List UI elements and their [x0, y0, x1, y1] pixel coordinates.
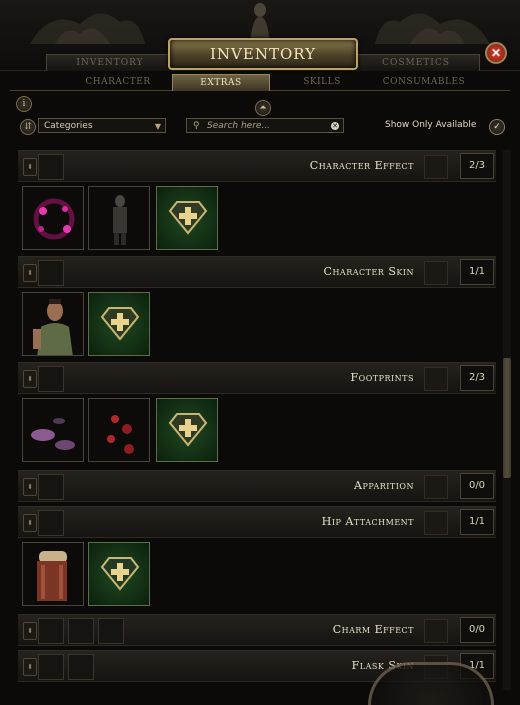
page-title: Inventory: [168, 38, 358, 70]
collapse-button[interactable]: ⏶: [255, 100, 271, 116]
reorder-handle-icon[interactable]: ⬍: [23, 158, 37, 176]
backpack-attachment-item[interactable]: [22, 542, 84, 606]
category-count: 1/1: [460, 259, 494, 285]
tab-character[interactable]: Character: [70, 74, 166, 90]
reorder-handle-icon[interactable]: ⬍: [23, 622, 37, 640]
add-cosmetic-button[interactable]: [88, 292, 150, 356]
category-count: 2/3: [460, 365, 494, 391]
empty-slot: [38, 260, 64, 286]
category-items-row: [18, 184, 496, 252]
category-character-effect[interactable]: ⬍ Character Effect 2/3: [18, 150, 496, 182]
category-title: Apparition: [354, 479, 414, 492]
category-count: 1/1: [460, 509, 494, 535]
tribal-warrior-icon: [33, 299, 73, 355]
search-icon: ⚲: [193, 121, 200, 131]
crimson-vortex-icon: [33, 198, 75, 240]
category-preview-slot: [424, 475, 448, 499]
category-count: 0/0: [460, 473, 494, 499]
category-preview-slot: [424, 619, 448, 643]
empty-slot: [38, 474, 64, 500]
tribal-warrior-skin-item[interactable]: [22, 292, 84, 356]
category-title: Footprints: [350, 371, 414, 384]
sort-order-button[interactable]: ⇵: [20, 119, 36, 135]
add-gem-icon: [168, 413, 208, 447]
crimson-vortex-effect-item[interactable]: [22, 186, 84, 250]
inventory-header: Inventory Cosmetics Inventory ✕: [0, 0, 520, 71]
add-gem-icon: [168, 201, 208, 235]
reorder-handle-icon[interactable]: ⬍: [23, 370, 37, 388]
backpack-icon: [37, 551, 67, 601]
tab-inventory[interactable]: Inventory: [46, 54, 174, 71]
category-count: 0/0: [460, 617, 494, 643]
empty-slot: [68, 654, 94, 680]
dark-figure-icon: [113, 195, 127, 245]
gargoyle-ornament-right-icon: [375, 13, 490, 44]
show-only-available-label: Show Only Available: [385, 120, 477, 130]
category-preview-slot: [424, 261, 448, 285]
add-gem-icon: [100, 557, 140, 591]
add-cosmetic-button[interactable]: [88, 542, 150, 606]
category-hip-attachment[interactable]: ⬍ Hip Attachment 1/1: [18, 506, 496, 538]
purple-splash-footprints-item[interactable]: [22, 398, 84, 462]
red-blood-icon: [107, 415, 134, 454]
search-placeholder: Search here...: [207, 121, 271, 131]
add-cosmetic-button[interactable]: [156, 398, 218, 462]
close-button[interactable]: ✕: [485, 42, 507, 64]
clear-search-icon[interactable]: ✕: [331, 122, 339, 130]
empty-slot: [98, 618, 124, 644]
red-blood-footprints-item[interactable]: [88, 398, 150, 462]
gargoyle-ornament-left-icon: [30, 13, 145, 44]
info-button[interactable]: i: [16, 96, 32, 112]
category-items-row: [18, 540, 496, 608]
orb-frame-ornament: [368, 662, 494, 705]
dark-figure-effect-item[interactable]: [88, 186, 150, 250]
search-input[interactable]: ⚲ Search here... ✕: [186, 118, 344, 133]
category-items-row: [18, 396, 496, 464]
show-only-available-toggle[interactable]: ✓: [489, 119, 505, 135]
category-preview-slot: [424, 155, 448, 179]
category-title: Hip Attachment: [321, 515, 414, 528]
tab-extras[interactable]: Extras: [172, 74, 270, 91]
tab-consumables[interactable]: Consumables: [376, 74, 472, 90]
sub-tabs: Character Extras Skills Consumables: [10, 74, 510, 91]
category-footprints[interactable]: ⬍ Footprints 2/3: [18, 362, 496, 394]
reorder-handle-icon[interactable]: ⬍: [23, 514, 37, 532]
category-preview-slot: [424, 511, 448, 535]
categories-value: Categories: [44, 121, 93, 131]
add-cosmetic-button[interactable]: [156, 186, 218, 250]
empty-slot: [38, 618, 64, 644]
category-charm-effect[interactable]: ⬍ Charm Effect 0/0: [18, 614, 496, 646]
category-apparition[interactable]: ⬍ Apparition 0/0: [18, 470, 496, 502]
reorder-handle-icon[interactable]: ⬍: [23, 478, 37, 496]
category-count: 2/3: [460, 153, 494, 179]
category-title: Charm Effect: [332, 623, 414, 636]
scrollbar-thumb[interactable]: [503, 358, 511, 478]
reorder-handle-icon[interactable]: ⬍: [23, 264, 37, 282]
category-title: Character Effect: [309, 159, 414, 172]
empty-slot: [68, 618, 94, 644]
tab-cosmetics[interactable]: Cosmetics: [352, 54, 480, 71]
add-gem-icon: [100, 307, 140, 341]
empty-slot: [38, 654, 64, 680]
empty-slot: [38, 154, 64, 180]
category-items-row: [18, 290, 496, 358]
tab-skills[interactable]: Skills: [274, 74, 370, 90]
categories-dropdown[interactable]: Categories ▼: [38, 118, 166, 133]
category-preview-slot: [424, 367, 448, 391]
purple-splash-icon: [31, 418, 75, 450]
cosmetics-list: ⬍ Character Effect 2/3 ⬍ Character Skin …: [0, 142, 520, 692]
empty-slot: [38, 366, 64, 392]
reorder-handle-icon[interactable]: ⬍: [23, 658, 37, 676]
category-character-skin[interactable]: ⬍ Character Skin 1/1: [18, 256, 496, 288]
empty-slot: [38, 510, 64, 536]
chevron-down-icon: ▼: [154, 122, 161, 131]
category-title: Character Skin: [323, 265, 414, 278]
